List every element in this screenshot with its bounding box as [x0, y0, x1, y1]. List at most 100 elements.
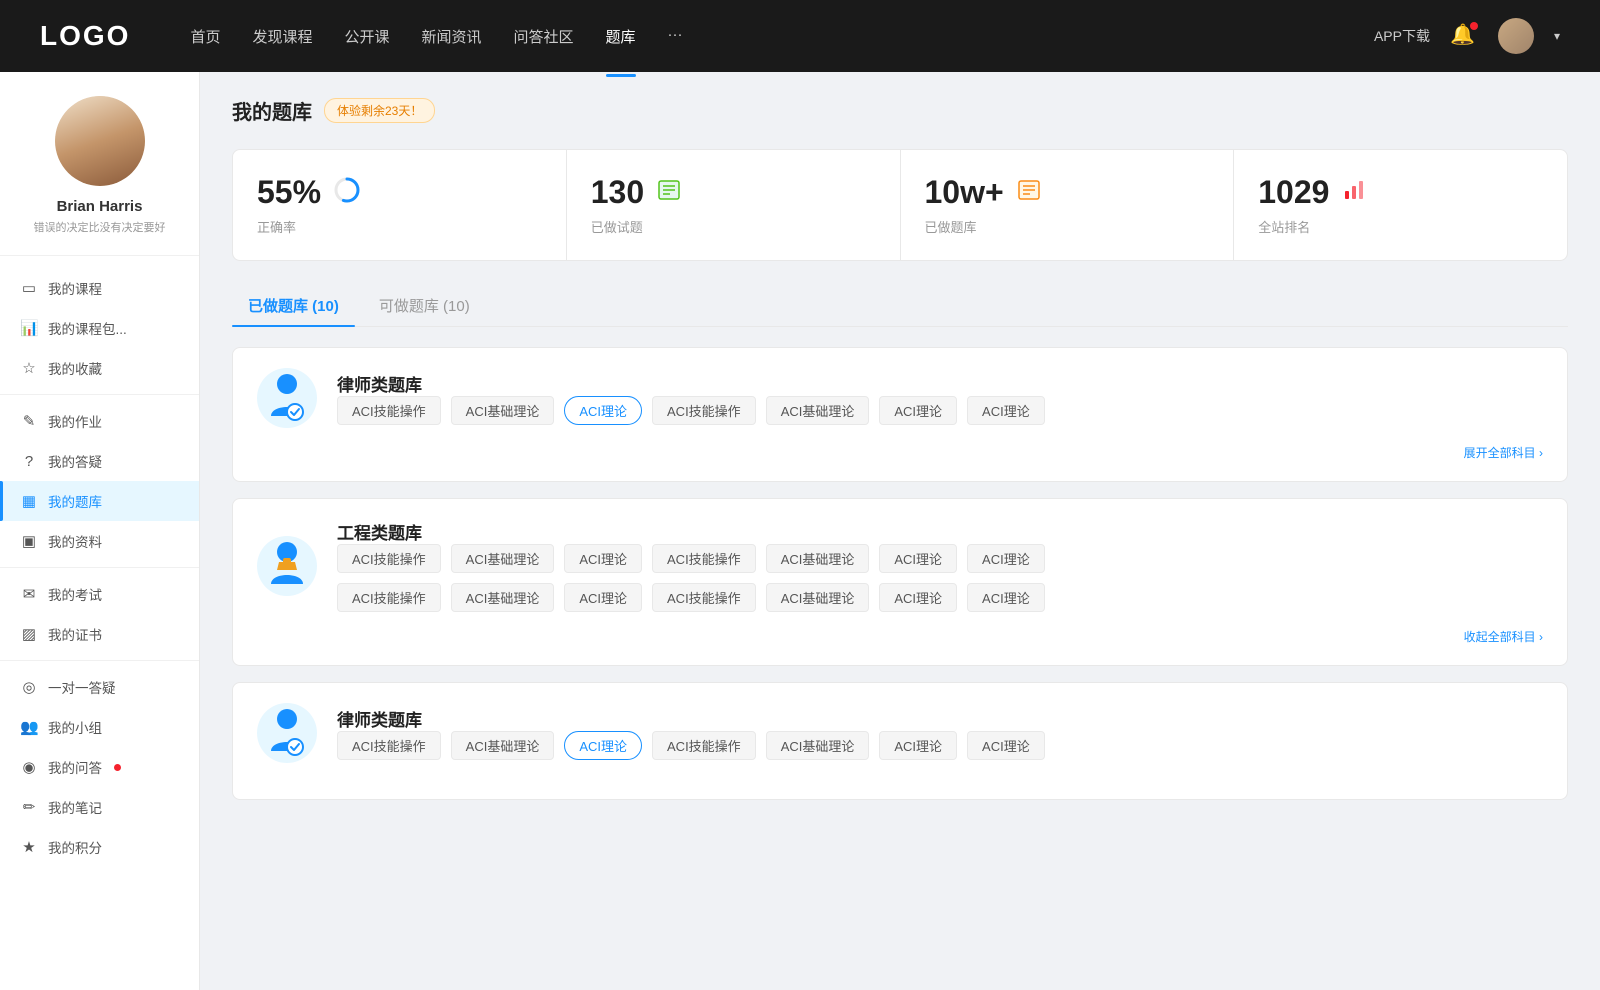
nav-qa[interactable]: 问答社区: [514, 22, 574, 51]
sidebar-label: 我的考试: [48, 584, 102, 604]
sidebar-item-certificate[interactable]: ▨ 我的证书: [0, 614, 199, 654]
stat-banks-label: 已做题库: [925, 217, 1210, 236]
qbank-avatar-1: [257, 368, 317, 428]
tag[interactable]: ACI理论: [967, 544, 1045, 573]
tag[interactable]: ACI理论: [967, 731, 1045, 760]
sidebar-item-qa[interactable]: ? 我的答疑: [0, 441, 199, 481]
tag[interactable]: ACI技能操作: [337, 544, 441, 573]
tag[interactable]: ACI基础理论: [766, 731, 870, 760]
book-icon: [656, 177, 682, 209]
engineer-icon: [263, 540, 311, 592]
sidebar-item-exam[interactable]: ✉ 我的考试: [0, 574, 199, 614]
user-menu-chevron[interactable]: ▾: [1554, 29, 1560, 43]
sidebar-item-materials[interactable]: ▣ 我的资料: [0, 521, 199, 561]
navbar: LOGO 首页 发现课程 公开课 新闻资讯 问答社区 题库 ··· APP下载 …: [0, 0, 1600, 72]
qbank-title-3: 律师类题库: [337, 706, 1543, 731]
qbank-title-2: 工程类题库: [337, 519, 1543, 544]
tag[interactable]: ACI基础理论: [766, 583, 870, 612]
sidebar-item-questionbank[interactable]: ▦ 我的题库: [0, 481, 199, 521]
lawyer-icon: [263, 372, 311, 424]
sidebar-item-coursepackage[interactable]: 📊 我的课程包...: [0, 308, 199, 348]
sidebar-item-favorites[interactable]: ☆ 我的收藏: [0, 348, 199, 388]
qbank-content-3: 律师类题库 ACI技能操作 ACI基础理论 ACI理论 ACI技能操作 ACI基…: [337, 706, 1543, 760]
nav-questionbank[interactable]: 题库: [606, 22, 636, 51]
stats-row: 55% 正确率 130: [232, 149, 1568, 261]
tag[interactable]: ACI基础理论: [451, 583, 555, 612]
qa-badge-dot: [114, 764, 121, 771]
page-title: 我的题库: [232, 96, 312, 125]
expand-button-1[interactable]: 展开全部科目 ›: [257, 444, 1543, 461]
sidebar-label: 我的课程包...: [48, 318, 127, 338]
sidebar-label: 一对一答疑: [48, 677, 116, 697]
tag-active[interactable]: ACI理论: [564, 731, 642, 760]
notes-icon: ✏: [20, 798, 38, 816]
sidebar-item-group[interactable]: 👥 我的小组: [0, 707, 199, 747]
tag[interactable]: ACI基础理论: [451, 396, 555, 425]
tag-active[interactable]: ACI理论: [564, 396, 642, 425]
sidebar-item-points[interactable]: ★ 我的积分: [0, 827, 199, 867]
qbank-section-1: 律师类题库 ACI技能操作 ACI基础理论 ACI理论 ACI技能操作 ACI基…: [232, 347, 1568, 482]
avatar-image: [55, 96, 145, 186]
tag[interactable]: ACI理论: [879, 544, 957, 573]
user-avatar[interactable]: [1498, 18, 1534, 54]
sidebar-label: 我的笔记: [48, 797, 102, 817]
qbank-icon: ▦: [20, 492, 38, 510]
tag[interactable]: ACI技能操作: [652, 583, 756, 612]
qbank-avatar-2: [257, 536, 317, 596]
nav-more[interactable]: ···: [668, 22, 683, 51]
tag[interactable]: ACI理论: [879, 731, 957, 760]
collapse-button-2[interactable]: 收起全部科目 ›: [257, 628, 1543, 645]
tag[interactable]: ACI技能操作: [337, 396, 441, 425]
tag[interactable]: ACI基础理论: [766, 396, 870, 425]
package-icon: 📊: [20, 319, 38, 337]
qbank-section-3: 律师类题库 ACI技能操作 ACI基础理论 ACI理论 ACI技能操作 ACI基…: [232, 682, 1568, 800]
tag[interactable]: ACI技能操作: [652, 544, 756, 573]
sidebar-label: 我的资料: [48, 531, 102, 551]
qbank-content-2: 工程类题库 ACI技能操作 ACI基础理论 ACI理论 ACI技能操作 ACI基…: [337, 519, 1543, 612]
points-icon: ★: [20, 838, 38, 856]
tag[interactable]: ACI基础理论: [766, 544, 870, 573]
qbank-tags-3: ACI技能操作 ACI基础理论 ACI理论 ACI技能操作 ACI基础理论 AC…: [337, 731, 1543, 760]
tag[interactable]: ACI技能操作: [337, 583, 441, 612]
sidebar-item-homework[interactable]: ✎ 我的作业: [0, 401, 199, 441]
qbank-header-3: 律师类题库 ACI技能操作 ACI基础理论 ACI理论 ACI技能操作 ACI基…: [257, 703, 1543, 763]
tag[interactable]: ACI技能操作: [337, 731, 441, 760]
stat-accuracy-value: 55%: [257, 174, 321, 211]
notification-bell[interactable]: 🔔: [1450, 22, 1478, 50]
tab-todo-banks[interactable]: 可做题库 (10): [363, 285, 486, 326]
tag[interactable]: ACI基础理论: [451, 731, 555, 760]
tag[interactable]: ACI技能操作: [652, 731, 756, 760]
stat-top2: 130: [591, 174, 876, 211]
tag[interactable]: ACI基础理论: [451, 544, 555, 573]
nav-opencourse[interactable]: 公开课: [344, 22, 389, 51]
tab-done-banks[interactable]: 已做题库 (10): [232, 285, 355, 326]
logo: LOGO: [40, 20, 130, 52]
sidebar-label: 我的作业: [48, 411, 102, 431]
nav-discover[interactable]: 发现课程: [252, 22, 312, 51]
main-layout: Brian Harris 错误的决定比没有决定要好 ▭ 我的课程 📊 我的课程包…: [0, 72, 1600, 990]
tag[interactable]: ACI理论: [967, 396, 1045, 425]
sidebar-item-notes[interactable]: ✏ 我的笔记: [0, 787, 199, 827]
tag[interactable]: ACI理论: [564, 544, 642, 573]
nav-home[interactable]: 首页: [190, 22, 220, 51]
sidebar-label: 我的证书: [48, 624, 102, 644]
stat-banks-value: 10w+: [925, 174, 1004, 211]
tag[interactable]: ACI技能操作: [652, 396, 756, 425]
sidebar-item-mycourse[interactable]: ▭ 我的课程: [0, 268, 199, 308]
sidebar-item-myqa[interactable]: ◉ 我的问答: [0, 747, 199, 787]
divider: [0, 394, 199, 395]
stat-done-label: 已做试题: [591, 217, 876, 236]
qbank-tags-row1: ACI技能操作 ACI基础理论 ACI理论 ACI技能操作 ACI基础理论 AC…: [337, 544, 1543, 573]
profile-motto: 错误的决定比没有决定要好: [34, 219, 166, 235]
sidebar-item-1on1[interactable]: ◎ 一对一答疑: [0, 667, 199, 707]
tag[interactable]: ACI理论: [564, 583, 642, 612]
nav-news[interactable]: 新闻资讯: [422, 22, 482, 51]
app-download-button[interactable]: APP下载: [1374, 26, 1430, 46]
tag[interactable]: ACI理论: [879, 396, 957, 425]
tag[interactable]: ACI理论: [879, 583, 957, 612]
myqa-icon: ◉: [20, 758, 38, 776]
tag[interactable]: ACI理论: [967, 583, 1045, 612]
list-icon: [1016, 177, 1042, 209]
materials-icon: ▣: [20, 532, 38, 550]
stat-ranking-value: 1029: [1258, 174, 1329, 211]
